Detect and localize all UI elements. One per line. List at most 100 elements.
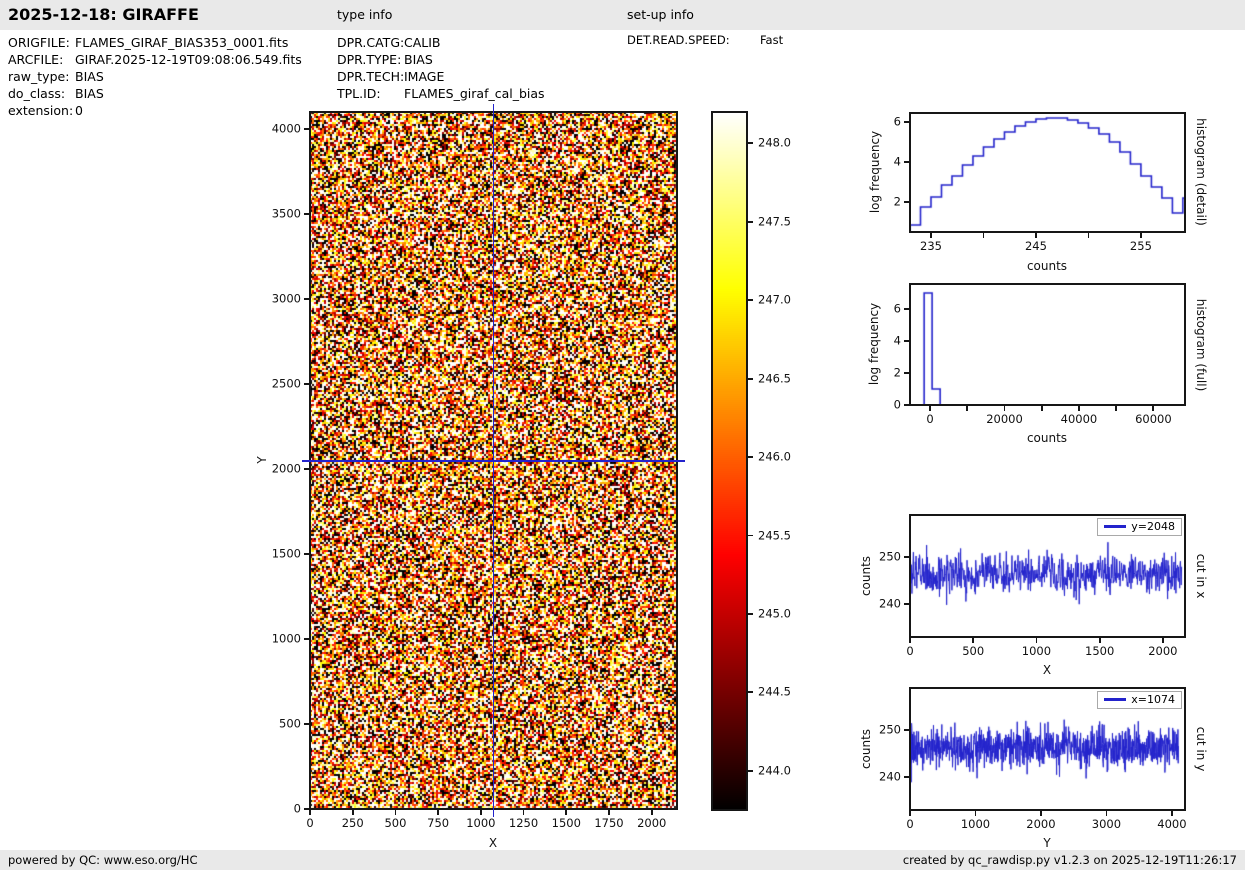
footer-created-by: created by qc_rawdisp.py v1.2.3 on 2025-… xyxy=(903,850,1237,870)
tick-mark xyxy=(904,729,910,731)
tick-mark xyxy=(1035,232,1037,238)
meta-value: 0 xyxy=(75,103,83,118)
tick-label: 0 xyxy=(894,399,901,411)
hist-detail-x-axis-label: counts xyxy=(1027,259,1067,273)
tick-mark xyxy=(304,638,310,640)
tick-label: 245.0 xyxy=(758,608,791,620)
tick-label: 245.5 xyxy=(758,530,791,542)
tick-mark xyxy=(304,213,310,215)
tick-mark xyxy=(651,809,653,815)
tick-label: 4 xyxy=(894,156,901,168)
histogram-full-plot xyxy=(910,284,1185,405)
main-y-axis-label: Y xyxy=(255,456,269,463)
meta-row-arcfile: ARCFILE:GIRAF.2025-12-19T09:08:06.549.fi… xyxy=(8,52,302,67)
tick-mark xyxy=(747,770,753,772)
meta-row-det-read-speed: DET.READ.SPEED:Fast xyxy=(627,33,783,47)
tick-mark xyxy=(304,553,310,555)
meta-row-dpr-catg: DPR.CATG:CALIB xyxy=(337,35,441,50)
tick-label: 2000 xyxy=(1026,819,1055,831)
meta-label: ORIGFILE: xyxy=(8,35,75,50)
tick-mark xyxy=(1088,232,1090,238)
tick-mark xyxy=(1171,810,1173,816)
tick-label: 1750 xyxy=(594,818,623,830)
cut-x-y-axis-label: counts xyxy=(859,556,873,596)
tick-label: 2 xyxy=(894,367,901,379)
tick-mark xyxy=(1078,405,1080,411)
cut-x-x-axis-label: X xyxy=(1043,663,1051,677)
tick-mark xyxy=(309,809,311,815)
tick-label: 1000 xyxy=(272,633,301,645)
tick-mark xyxy=(930,232,932,238)
tick-label: 248.0 xyxy=(758,138,791,150)
cut-x-legend: y=2048 xyxy=(1097,518,1182,536)
meta-label: extension: xyxy=(8,103,75,118)
hist-full-y-axis-label: log frequency xyxy=(867,303,881,385)
tick-mark xyxy=(304,383,310,385)
tick-label: 255 xyxy=(1130,241,1152,253)
tick-mark xyxy=(929,405,931,411)
tick-mark xyxy=(747,613,753,615)
meta-label: DPR.TYPE: xyxy=(337,52,404,67)
crosshair-horizontal-line xyxy=(302,460,685,462)
tick-label: 3000 xyxy=(1092,819,1121,831)
tick-label: 500 xyxy=(962,646,984,658)
tick-mark xyxy=(1152,405,1154,411)
tick-label: 246.0 xyxy=(758,451,791,463)
meta-label: DET.READ.SPEED: xyxy=(627,33,760,47)
tick-label: 40000 xyxy=(1061,414,1098,426)
tick-mark xyxy=(747,456,753,458)
tick-mark xyxy=(972,637,974,643)
tick-label: 2 xyxy=(894,196,901,208)
tick-mark xyxy=(904,340,910,342)
tick-mark xyxy=(975,810,977,816)
meta-label: DPR.TECH: xyxy=(337,69,404,84)
tick-label: 235 xyxy=(920,241,942,253)
tick-label: 240 xyxy=(879,598,901,610)
colorbar xyxy=(712,112,747,810)
legend-label: x=1074 xyxy=(1131,693,1175,706)
tick-mark xyxy=(747,535,753,537)
tick-mark xyxy=(1162,637,1164,643)
tick-mark xyxy=(904,308,910,310)
meta-value: GIRAF.2025-12-19T09:08:06.549.fits xyxy=(75,52,302,67)
meta-label: do_class: xyxy=(8,86,75,101)
tick-mark xyxy=(304,723,310,725)
tick-mark xyxy=(304,298,310,300)
tick-label: 2000 xyxy=(1148,646,1177,658)
tick-mark xyxy=(966,405,968,411)
tick-mark xyxy=(608,809,610,815)
meta-value: FLAMES_GIRAF_BIAS353_0001.fits xyxy=(75,35,288,50)
tick-label: 6 xyxy=(894,116,901,128)
tick-mark xyxy=(437,809,439,815)
cut-y-right-label: cut in y xyxy=(1194,727,1208,772)
tick-label: 240 xyxy=(879,771,901,783)
meta-row-origfile: ORIGFILE:FLAMES_GIRAF_BIAS353_0001.fits xyxy=(8,35,288,50)
tick-label: 3500 xyxy=(272,208,301,220)
legend-line-sample xyxy=(1104,525,1126,527)
tick-label: 500 xyxy=(279,718,301,730)
tick-label: 3000 xyxy=(272,293,301,305)
page-title: 2025-12-18: GIRAFFE xyxy=(8,0,199,30)
tick-label: 20000 xyxy=(986,414,1023,426)
hist-full-x-axis-label: counts xyxy=(1027,431,1067,445)
tick-label: 246.5 xyxy=(758,373,791,385)
tick-label: 1500 xyxy=(552,818,581,830)
tick-mark xyxy=(983,232,985,238)
tick-mark xyxy=(304,468,310,470)
qc-report-page: 2025-12-18: GIRAFFE type info set-up inf… xyxy=(0,0,1245,870)
tick-mark xyxy=(1036,637,1038,643)
tick-label: 2000 xyxy=(637,818,666,830)
meta-row-dpr-type: DPR.TYPE:BIAS xyxy=(337,52,433,67)
tick-mark xyxy=(1106,810,1108,816)
cut-y-x-axis-label: Y xyxy=(1043,836,1050,850)
hist-detail-y-axis-label: log frequency xyxy=(868,131,882,213)
meta-row-raw-type: raw_type:BIAS xyxy=(8,69,104,84)
tick-mark xyxy=(904,121,910,123)
tick-label: 250 xyxy=(879,724,901,736)
tick-mark xyxy=(1115,405,1117,411)
tick-mark xyxy=(565,809,567,815)
cut-x-right-label: cut in x xyxy=(1194,554,1208,599)
tick-mark xyxy=(1140,232,1142,238)
tick-mark xyxy=(1099,637,1101,643)
meta-row-do-class: do_class:BIAS xyxy=(8,86,104,101)
